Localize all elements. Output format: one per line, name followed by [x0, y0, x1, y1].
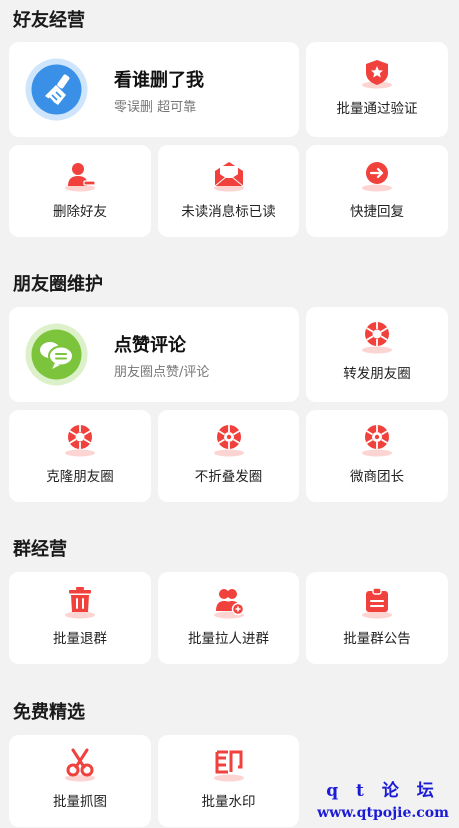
section-title-group: 群经营 — [13, 539, 67, 560]
card-clone-moments[interactable]: 克隆朋友圈 — [9, 410, 151, 502]
aperture-icon — [357, 319, 397, 355]
card-label: 不折叠发圈 — [194, 469, 263, 485]
aperture-icon — [209, 422, 249, 458]
featured-title: 看谁删了我 — [114, 70, 204, 91]
card-delete-friend[interactable]: 删除好友 — [9, 145, 151, 237]
aperture-icon — [60, 422, 100, 458]
chat-icon — [25, 323, 88, 386]
card-forward-moments[interactable]: 转发朋友圈 — [306, 307, 448, 402]
card-batch-invite[interactable]: 批量拉人进群 — [158, 572, 299, 664]
broom-icon — [25, 58, 88, 121]
card-batch-verify[interactable]: 批量通过验证 — [306, 42, 448, 137]
aperture-icon — [357, 422, 397, 458]
clipboard-icon — [357, 584, 397, 620]
mail-icon — [209, 157, 249, 193]
card-batch-announcement[interactable]: 批量群公告 — [306, 572, 448, 664]
card-label: 批量抓图 — [53, 794, 107, 810]
card-like-comment[interactable]: 点赞评论 朋友圈点赞/评论 — [9, 307, 299, 402]
card-batch-watermark[interactable]: 批量水印 — [158, 735, 299, 827]
card-batch-grab-images[interactable]: 批量抓图 — [9, 735, 151, 827]
card-label: 转发朋友圈 — [343, 366, 411, 382]
watermark-line1: q t 论 坛 — [326, 781, 440, 801]
card-who-deleted-me[interactable]: 看谁删了我 零误删 超可靠 — [9, 42, 299, 137]
card-label: 批量水印 — [201, 794, 256, 810]
section-title-friend: 好友经营 — [13, 10, 85, 31]
card-mark-read[interactable]: 未读消息标已读 — [158, 145, 299, 237]
section-title-free: 免费精选 — [13, 702, 85, 723]
site-watermark: q t 论 坛 www.qtpojie.com — [308, 776, 458, 821]
card-no-fold-post[interactable]: 不折叠发圈 — [158, 410, 299, 502]
reply-icon — [357, 157, 397, 193]
section-title-moments: 朋友圈维护 — [13, 274, 103, 295]
card-label: 批量通过验证 — [336, 101, 418, 117]
featured-title: 点赞评论 — [114, 335, 186, 356]
card-label: 批量拉人进群 — [188, 631, 269, 647]
shield-icon — [357, 54, 397, 90]
watermark-line2: www.qtpojie.com — [317, 805, 449, 821]
card-label: 微商团长 — [350, 469, 404, 485]
card-label: 批量群公告 — [343, 631, 411, 647]
card-quick-reply[interactable]: 快捷回复 — [306, 145, 448, 237]
card-label: 未读消息标已读 — [181, 204, 276, 220]
featured-subtitle: 朋友圈点赞/评论 — [114, 365, 210, 380]
card-label: 删除好友 — [53, 204, 107, 220]
trash-icon — [60, 584, 100, 620]
card-wechat-leader[interactable]: 微商团长 — [306, 410, 448, 502]
card-label: 快捷回复 — [350, 204, 404, 220]
seal-icon — [209, 747, 249, 783]
add-users-icon — [209, 584, 249, 620]
card-batch-quit-group[interactable]: 批量退群 — [9, 572, 151, 664]
scissors-icon — [60, 747, 100, 783]
card-label: 克隆朋友圈 — [46, 469, 114, 485]
remove-user-icon — [60, 157, 100, 193]
featured-subtitle: 零误删 超可靠 — [114, 100, 197, 115]
card-label: 批量退群 — [53, 631, 107, 647]
